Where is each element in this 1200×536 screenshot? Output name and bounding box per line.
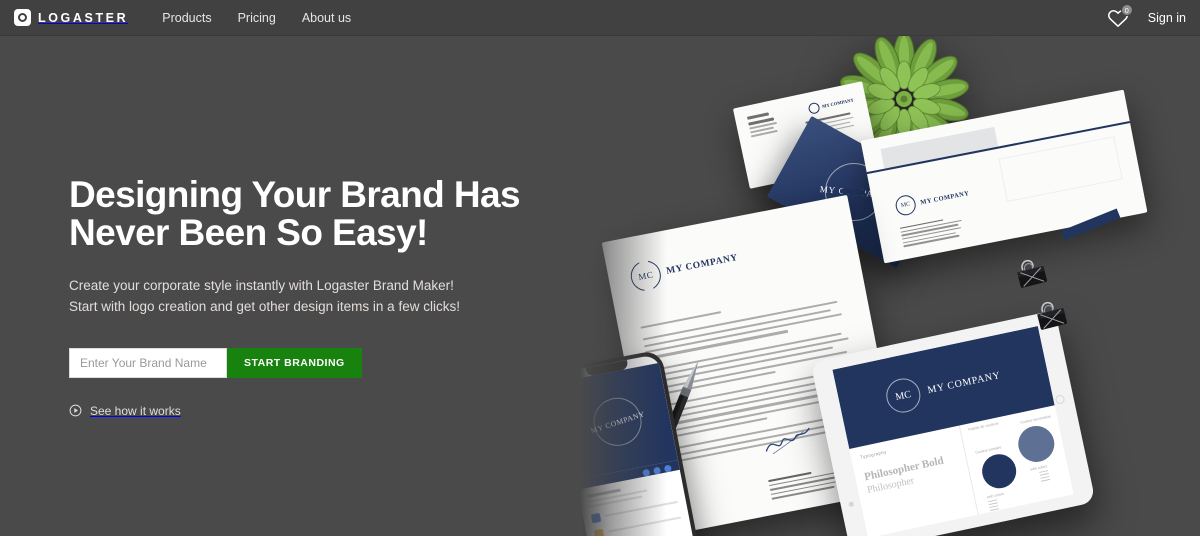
letterhead-monogram: MC bbox=[628, 258, 664, 294]
favorites-button[interactable]: 0 bbox=[1106, 3, 1133, 30]
favorites-count-badge: 0 bbox=[1120, 3, 1133, 16]
header-actions: 0 Sign in bbox=[1106, 3, 1186, 30]
headline-line-1: Designing Your Brand Has bbox=[69, 174, 521, 215]
swatch-1-code-label: web colors bbox=[986, 491, 1005, 500]
nav-item-about-us[interactable]: About us bbox=[302, 11, 351, 25]
hero-mockup-scene: MY COMPANY MY COMPANY MC MY COMPANY MC M… bbox=[580, 36, 1200, 536]
brand-name-label: LOGASTER bbox=[38, 10, 129, 25]
sign-in-link[interactable]: Sign in bbox=[1148, 11, 1186, 25]
color-swatch-primary bbox=[978, 451, 1019, 492]
start-branding-button[interactable]: START BRANDING bbox=[227, 347, 362, 378]
binder-clip-1 bbox=[1008, 250, 1056, 298]
brand-name-form: START BRANDING bbox=[69, 347, 539, 378]
brand-logo-link[interactable]: LOGASTER bbox=[14, 9, 128, 26]
phone-logo-badge: MY COMPANY bbox=[587, 391, 648, 452]
site-header: LOGASTER Products Pricing About us 0 Sig… bbox=[0, 0, 1200, 36]
page-root: LOGASTER Products Pricing About us 0 Sig… bbox=[0, 0, 1200, 536]
binder-clip-icon bbox=[1017, 259, 1047, 288]
envelope-monogram: MC bbox=[893, 193, 918, 218]
see-how-it-works-label: See how it works bbox=[90, 403, 181, 418]
nav-item-pricing[interactable]: Pricing bbox=[238, 11, 276, 25]
binder-clip-icon bbox=[1037, 301, 1067, 330]
hero-copy: Designing Your Brand Has Never Been So E… bbox=[69, 174, 539, 418]
binder-clip-2 bbox=[1028, 292, 1076, 340]
brand-name-input[interactable] bbox=[69, 347, 227, 378]
headline-line-2: Never Been So Easy! bbox=[69, 212, 428, 254]
tablet-monogram: MC bbox=[883, 375, 924, 417]
color-swatch-secondary bbox=[1014, 422, 1058, 466]
palette-section-label: Palette de couleurs bbox=[968, 421, 999, 432]
swatch-2-label: Couleur secondaire bbox=[1019, 414, 1052, 425]
nav-item-products[interactable]: Products bbox=[162, 11, 211, 25]
main-nav: Products Pricing About us bbox=[162, 11, 377, 25]
play-circle-icon bbox=[69, 404, 82, 417]
tablet-wordmark: MY COMPANY bbox=[926, 369, 1002, 397]
page-title: Designing Your Brand Has Never Been So E… bbox=[69, 174, 539, 254]
envelope-wordmark: MY COMPANY bbox=[919, 189, 970, 206]
logaster-square-ring-logo-icon bbox=[14, 9, 31, 26]
letterhead-wordmark: MY COMPANY bbox=[665, 252, 739, 277]
see-how-it-works-link[interactable]: See how it works bbox=[69, 404, 181, 418]
hero-subtitle: Create your corporate style instantly wi… bbox=[69, 277, 460, 314]
phone-wordmark: MY COMPANY bbox=[589, 408, 646, 435]
